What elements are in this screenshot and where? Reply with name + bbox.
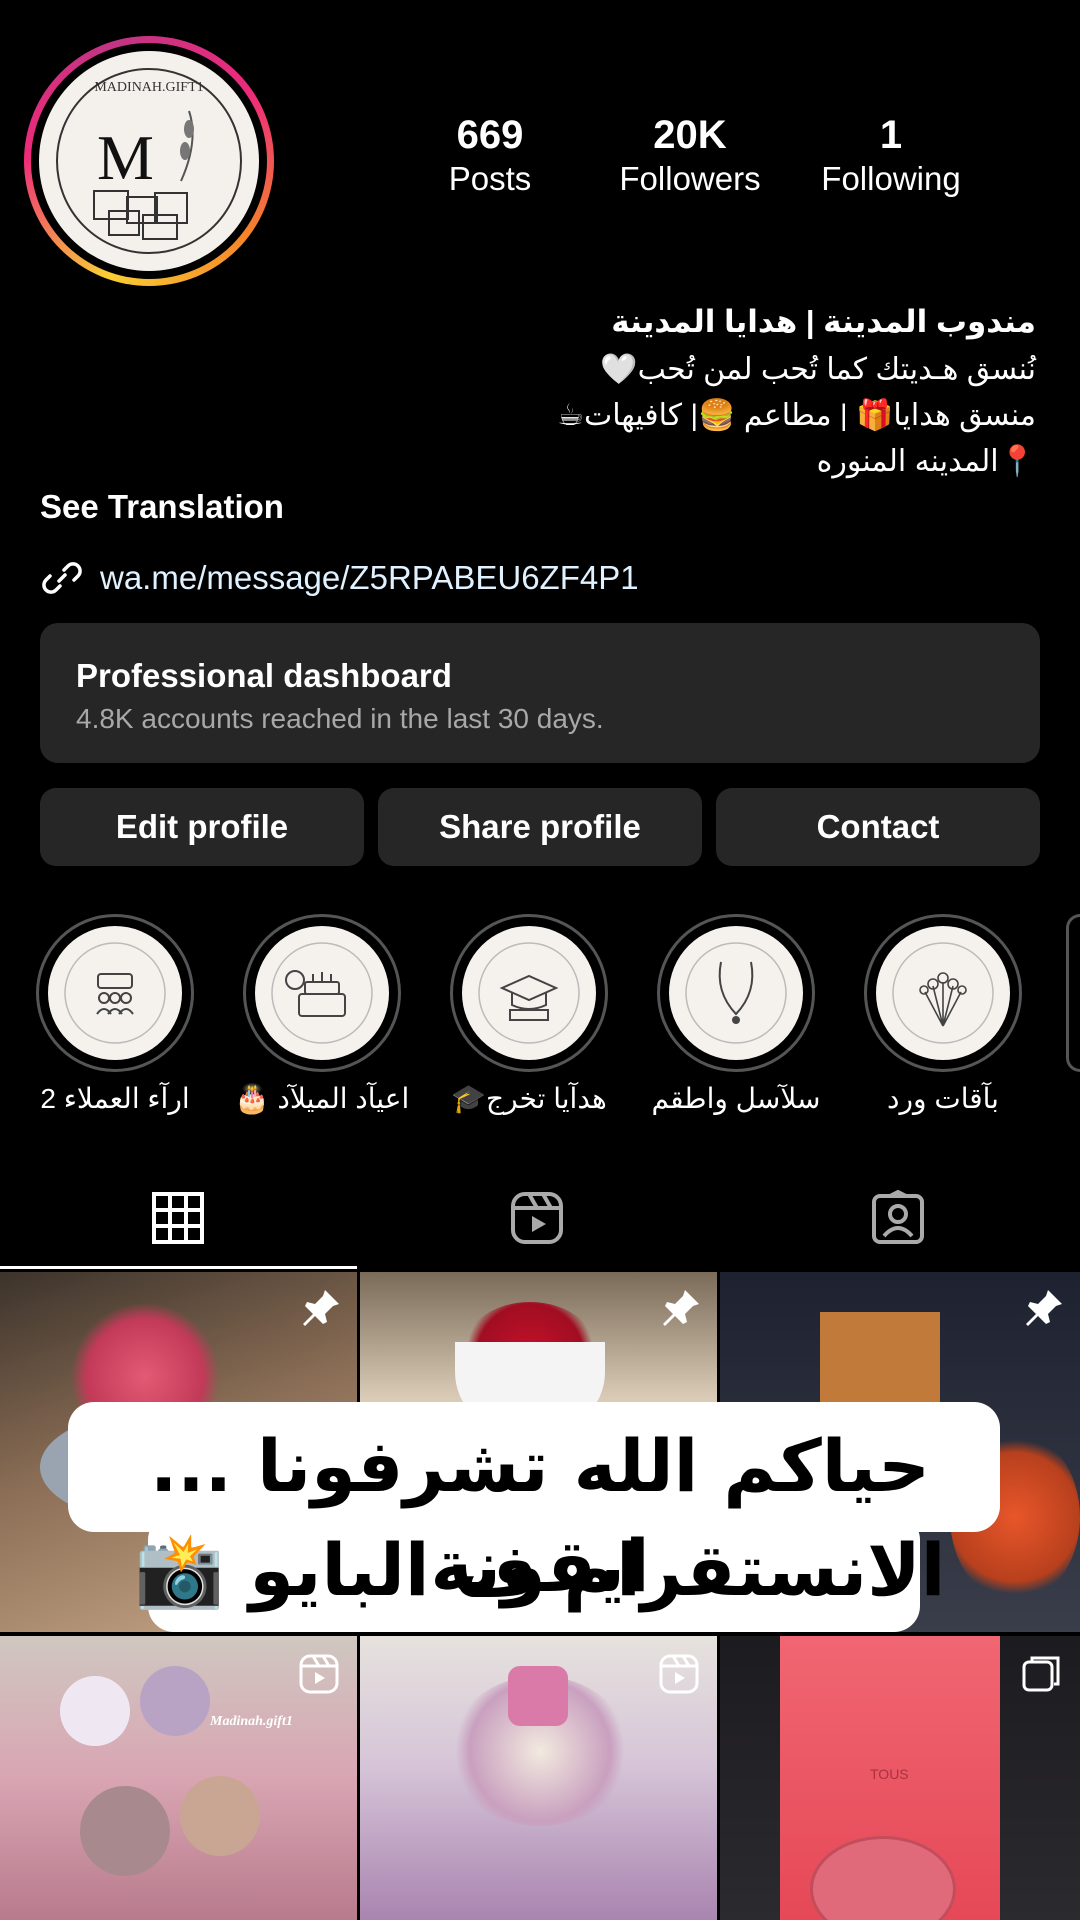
share-profile-button[interactable]: Share profile: [378, 788, 702, 866]
profile-avatar-ring[interactable]: M MADINAH.GIFT1: [24, 36, 274, 286]
cake-icon: [271, 942, 373, 1044]
highlight-reviews[interactable]: [36, 914, 194, 1072]
stat-following[interactable]: 1 Following: [808, 112, 974, 200]
highlight-bouquets[interactable]: [864, 914, 1022, 1072]
overlay-text-line-2: الانستقرام ف البايو 📸: [134, 1528, 946, 1612]
carousel-icon: [1022, 1656, 1060, 1692]
highlight-necklaces[interactable]: [657, 914, 815, 1072]
reels-icon: [659, 1654, 699, 1694]
contact-button[interactable]: Contact: [716, 788, 1040, 866]
grid-icon[interactable]: [148, 1188, 208, 1248]
pin-icon: [1026, 1290, 1062, 1326]
highlight-graduation[interactable]: [450, 914, 608, 1072]
tagged-icon[interactable]: [868, 1188, 928, 1248]
bio-line-1: نُنسق هـديتك كما تُحب لمن تُحب🤍: [600, 353, 1036, 386]
post-4[interactable]: Madinah.gift1: [0, 1636, 357, 1920]
highlight-label-reviews: ارآء العملاء 2: [40, 1083, 190, 1114]
post-5[interactable]: [360, 1636, 717, 1920]
post-6[interactable]: TOUS: [720, 1636, 1080, 1920]
flowers-icon: [892, 942, 994, 1044]
pin-icon: [663, 1290, 699, 1326]
dashboard-subtitle: 4.8K accounts reached in the last 30 day…: [76, 703, 604, 734]
people-icon: [64, 942, 166, 1044]
svg-text:M: M: [97, 122, 154, 193]
see-translation-link[interactable]: See Translation: [40, 488, 284, 526]
highlight-label-bouquets: بآقات ورد: [887, 1083, 999, 1114]
followers-label: Followers: [619, 160, 761, 197]
bio-line-2: منسق هدايا🎁 | مطاعم 🍔| كافيهات☕: [557, 399, 1036, 432]
profile-name: مندوب المدينة | هدايا المدينة: [611, 304, 1036, 339]
active-tab-indicator: [0, 1266, 357, 1269]
dashboard-title: Professional dashboard: [76, 657, 452, 694]
bio-link[interactable]: wa.me/message/Z5RPABEU6ZF4P1: [40, 556, 639, 600]
reels-icon[interactable]: [507, 1188, 567, 1248]
graduation-cap-icon: [478, 942, 580, 1044]
avatar[interactable]: M MADINAH.GIFT1: [39, 51, 259, 271]
highlight-more-partial[interactable]: [1066, 914, 1080, 1072]
highlight-label-birthdays: اعيآد الميلآد 🎂: [234, 1083, 410, 1114]
reels-icon: [299, 1654, 339, 1694]
stat-followers[interactable]: 20K Followers: [600, 112, 780, 200]
stat-posts[interactable]: 669 Posts: [420, 112, 560, 200]
bag-brand: TOUS: [870, 1766, 909, 1782]
highlight-label-necklaces: سلآسل واطقم: [651, 1083, 821, 1114]
posts-count: 669: [456, 113, 524, 157]
bio-line-3: 📍المدينه المنوره: [816, 445, 1036, 478]
post-watermark: Madinah.gift1: [210, 1714, 293, 1729]
highlight-birthdays[interactable]: [243, 914, 401, 1072]
edit-profile-button[interactable]: Edit profile: [40, 788, 364, 866]
following-label: Following: [821, 160, 961, 197]
followers-count: 20K: [653, 113, 727, 157]
highlight-label-graduation: هدآيا تخرج🎓: [451, 1083, 607, 1114]
professional-dashboard[interactable]: Professional dashboard 4.8K accounts rea…: [40, 623, 1040, 763]
svg-text:MADINAH.GIFT1: MADINAH.GIFT1: [94, 80, 203, 95]
pin-icon: [303, 1290, 339, 1326]
bio-link-text: wa.me/message/Z5RPABEU6ZF4P1: [100, 559, 639, 596]
following-count: 1: [879, 113, 903, 157]
posts-label: Posts: [448, 160, 532, 197]
necklace-icon: [685, 942, 787, 1044]
link-icon: [42, 562, 82, 594]
